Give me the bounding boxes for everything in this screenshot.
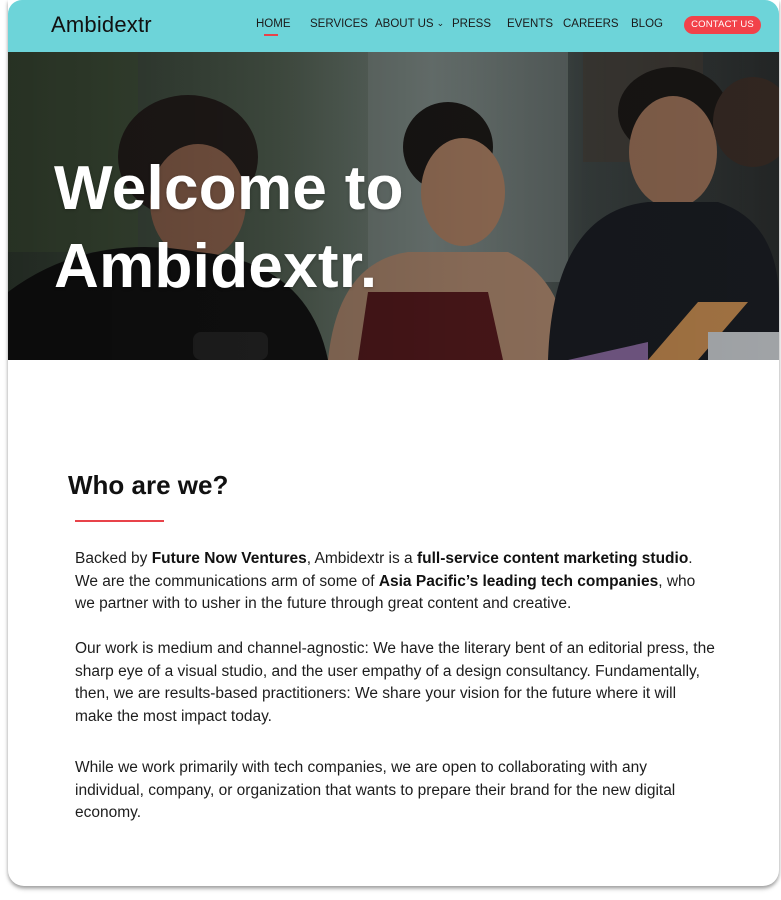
hero-title-line-1: Welcome to — [54, 154, 404, 223]
about-paragraph-3: While we work primarily with tech compan… — [75, 759, 676, 821]
bold-text: full-service content marketing studio — [416, 550, 689, 567]
browser-window: Ambidextr HOME SERVICES ABOUT US ⌄ PRESS … — [8, 0, 779, 886]
nav-item-services[interactable]: SERVICES — [310, 18, 368, 30]
bold-text: Asia Pacific’s leading tech companies — [378, 572, 659, 590]
text-run: Backed by — [75, 550, 152, 567]
nav-item-press[interactable]: PRESS — [452, 18, 491, 30]
about-section: Who are we? Backed by Future Now Venture… — [8, 360, 779, 886]
text-run: , Ambidextr is a — [306, 550, 417, 567]
site-header: Ambidextr HOME SERVICES ABOUT US ⌄ PRESS … — [8, 0, 779, 52]
nav-item-about-us[interactable]: ABOUT US ⌄ — [375, 18, 444, 30]
nav-item-home[interactable]: HOME — [256, 18, 291, 30]
chevron-down-icon: ⌄ — [436, 18, 445, 28]
nav-item-events[interactable]: EVENTS — [507, 18, 553, 30]
about-paragraph-1: Backed by Future Now Ventures, Ambidextr… — [75, 548, 715, 616]
hero-banner: Welcome to Ambidextr. — [8, 52, 779, 360]
heading-underline — [75, 520, 164, 522]
section-heading: Who are we? — [68, 470, 229, 500]
hero-title: Welcome to Ambidextr. — [54, 150, 554, 306]
hero-title-line-2: Ambidextr. — [54, 232, 378, 301]
nav-item-about-us-label: ABOUT US — [375, 18, 434, 30]
about-paragraph-2: Our work is medium and channel-agnostic:… — [75, 640, 715, 725]
contact-us-button[interactable]: CONTACT US — [684, 16, 761, 34]
active-nav-indicator — [264, 34, 278, 36]
nav-item-careers[interactable]: CAREERS — [563, 18, 619, 30]
site-logo[interactable]: Ambidextr — [51, 12, 152, 38]
nav-item-blog[interactable]: BLOG — [631, 18, 663, 30]
bold-text: Future Now Ventures — [151, 550, 307, 567]
